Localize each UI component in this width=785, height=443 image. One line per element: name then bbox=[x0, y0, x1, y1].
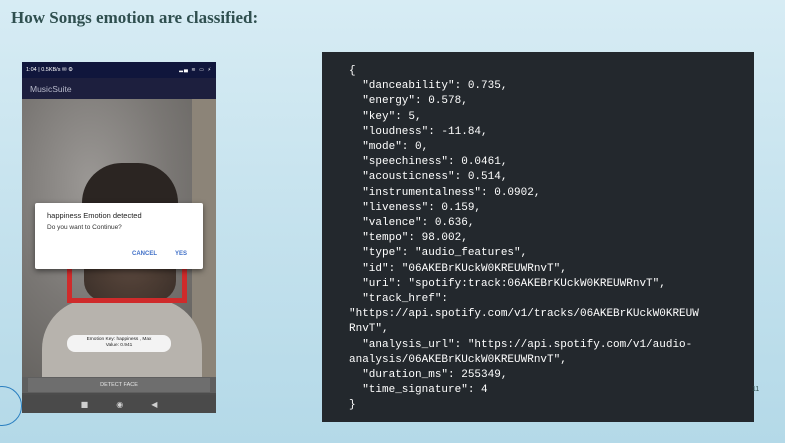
phone-screenshot: 1:04 | 0.5KB/s ✉ ⚙ ▂▄ ≋ ▭ ⚡ MusicSuite h… bbox=[22, 62, 216, 413]
detect-bar: DETECT FACE bbox=[22, 377, 216, 393]
code-line: } bbox=[349, 399, 356, 412]
code-line: "track_href": bbox=[349, 293, 449, 306]
back-icon[interactable]: ◀ bbox=[151, 400, 157, 409]
app-bar: MusicSuite bbox=[22, 78, 216, 99]
code-line: "uri": "spotify:track:06AKEBrKUckW0KREUW… bbox=[349, 277, 666, 290]
code-line: "tempo": 98.002, bbox=[349, 232, 468, 245]
app-title: MusicSuite bbox=[30, 83, 72, 94]
code-line: "valence": 0.636, bbox=[349, 217, 475, 230]
code-line: "duration_ms": 255349, bbox=[349, 369, 508, 382]
status-bar: 1:04 | 0.5KB/s ✉ ⚙ ▂▄ ≋ ▭ ⚡ bbox=[22, 62, 216, 78]
code-line: "danceability": 0.735, bbox=[349, 80, 508, 93]
code-line: { bbox=[349, 65, 356, 77]
code-line: "loudness": -11.84, bbox=[349, 125, 488, 138]
page-number: 11 bbox=[752, 386, 760, 393]
yes-button[interactable]: YES bbox=[175, 251, 187, 257]
code-line: "liveness": 0.159, bbox=[349, 201, 482, 214]
code-line: "instrumentalness": 0.0902, bbox=[349, 186, 541, 199]
code-line: "time_signature": 4 bbox=[349, 384, 488, 397]
slide-title: How Songs emotion are classified: bbox=[11, 8, 259, 27]
code-line: "energy": 0.578, bbox=[349, 95, 468, 108]
emotion-dialog: happiness Emotion detected Do you want t… bbox=[35, 203, 203, 269]
code-line: "mode": 0, bbox=[349, 141, 429, 154]
emotion-value-text: Value: 0.941 bbox=[105, 343, 133, 348]
code-line: "type": "audio_features", bbox=[349, 247, 528, 260]
dialog-title: happiness Emotion detected bbox=[47, 211, 142, 220]
navigation-bar: ■ ◉ ◀ bbox=[22, 395, 216, 413]
code-line: "speechiness": 0.0461, bbox=[349, 156, 508, 169]
code-line: "acousticness": 0.514, bbox=[349, 171, 508, 184]
dialog-message: Do you want to Continue? bbox=[47, 224, 122, 231]
code-line: RnvT", bbox=[349, 323, 389, 336]
code-line: analysis/06AKEBrKUckW0KREUWRnvT", bbox=[349, 353, 567, 366]
code-line: "analysis_url": "https://api.spotify.com… bbox=[349, 338, 693, 351]
detect-face-button[interactable]: DETECT FACE bbox=[28, 378, 210, 392]
home-icon[interactable]: ◉ bbox=[116, 400, 123, 409]
code-panel: { "danceability": 0.735, "energy": 0.578… bbox=[322, 52, 754, 422]
cancel-button[interactable]: CANCEL bbox=[132, 251, 157, 257]
audio-features-json: { "danceability": 0.735, "energy": 0.578… bbox=[349, 64, 699, 414]
status-time: 1:04 | 0.5KB/s ✉ ⚙ bbox=[26, 67, 74, 73]
code-line: "key": 5, bbox=[349, 110, 422, 123]
status-icons: ▂▄ ≋ ▭ ⚡ bbox=[179, 67, 212, 73]
decorative-circle bbox=[0, 386, 22, 426]
emotion-result-chip: Emotion Key: happiness , Max Value: 0.94… bbox=[67, 335, 171, 352]
recents-icon[interactable]: ■ bbox=[81, 400, 89, 409]
code-line: "id": "06AKEBrKUckW0KREUWRnvT", bbox=[349, 262, 567, 275]
code-line: "https://api.spotify.com/v1/tracks/06AKE… bbox=[349, 308, 699, 321]
